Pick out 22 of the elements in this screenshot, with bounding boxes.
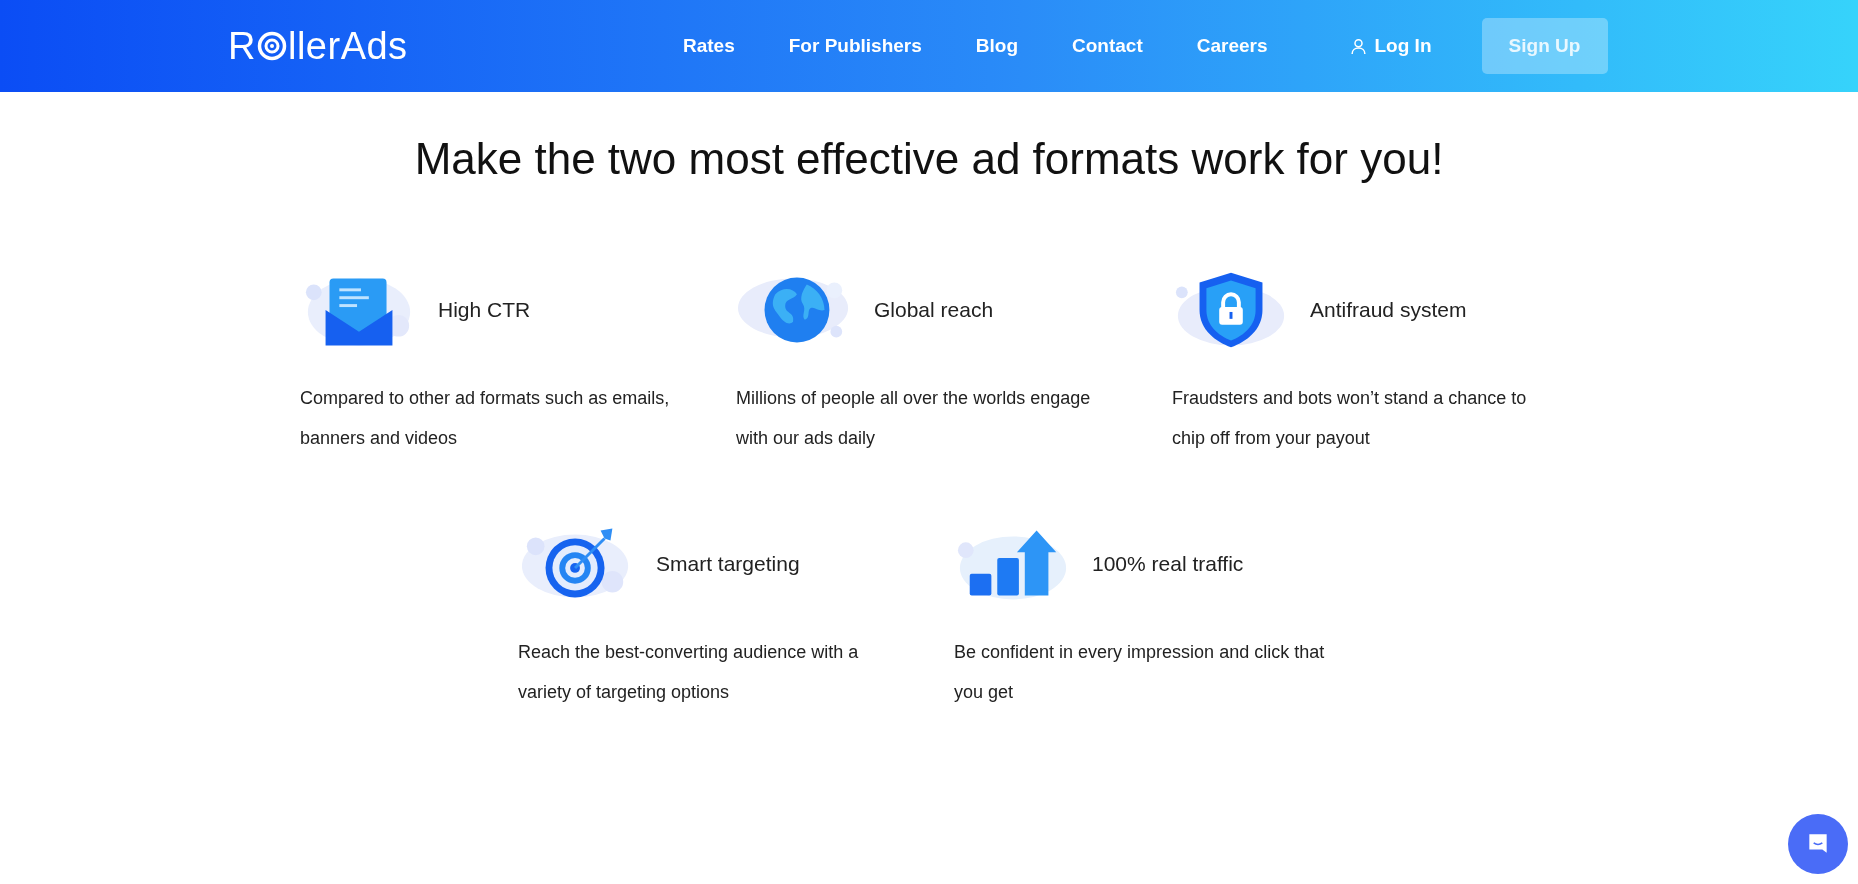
feature-title: 100% real traffic (1092, 552, 1244, 576)
login-link[interactable]: Log In (1349, 35, 1432, 57)
target-icon (256, 31, 287, 61)
feature-title: High CTR (438, 298, 531, 322)
section-title: Make the two most effective ad formats work for you! (413, 134, 1445, 184)
feature-description: Be confident in every impression and click that you get (954, 641, 1326, 704)
feature-title: Global reach (874, 298, 994, 322)
logo-text[interactable]: llerAds (287, 24, 408, 68)
nav-link[interactable]: Contact (1072, 35, 1143, 57)
feature-title: Smart targeting (656, 552, 800, 576)
user-icon (1349, 37, 1367, 55)
feature-description: Millions of people all over the worlds engage with our ads daily (736, 387, 1092, 450)
feature-description: Fraudsters and bots won’t stand a chance to chip off from your payout (1172, 387, 1528, 450)
nav-link[interactable]: Careers (1196, 35, 1268, 57)
logo-text[interactable]: R (228, 24, 256, 68)
feature-description: Compared to other ad formats such as emails, banners and videos (300, 387, 671, 450)
nav-link[interactable]: Blog (975, 35, 1018, 57)
nav-link[interactable]: Rates (683, 35, 735, 57)
feature-title: Antifraud system (1310, 298, 1467, 322)
nav-link[interactable]: For Publishers (788, 35, 922, 57)
feature-description: Reach the best-converting audience with a variety of targeting options (518, 641, 860, 704)
chat-button[interactable] (1788, 814, 1848, 874)
